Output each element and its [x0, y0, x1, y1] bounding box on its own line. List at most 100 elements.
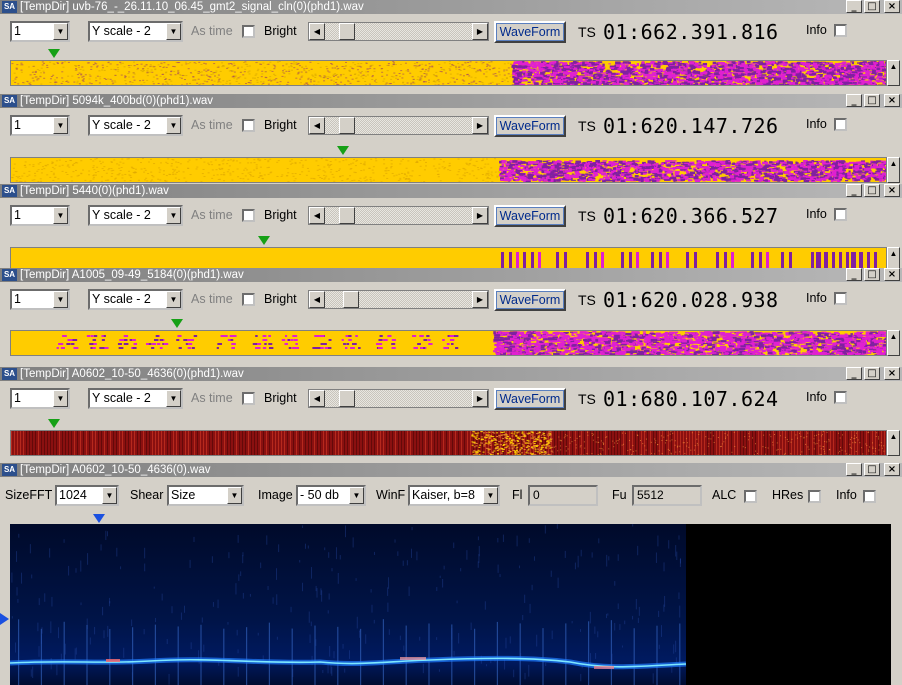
chevron-down-icon[interactable]: ▼ [53, 291, 68, 308]
chevron-up-icon[interactable]: ▲ [888, 61, 899, 73]
close-icon[interactable]: × [884, 94, 900, 107]
minimize-icon[interactable]: _ [846, 0, 862, 13]
info-checkbox[interactable] [834, 208, 847, 221]
window-titlebar[interactable]: SA [TempDir] A1005_09-49_5184(0)(phd1).w… [0, 268, 902, 282]
window-titlebar[interactable]: SA [TempDir] A0602_10-50_4636(0)(phd1).w… [0, 367, 902, 381]
chevron-down-icon[interactable]: ▼ [166, 207, 181, 224]
as-time-checkbox[interactable] [242, 25, 255, 38]
chevron-right-icon[interactable]: ▶ [472, 390, 488, 407]
waveform-button[interactable]: WaveForm [494, 205, 566, 227]
chevron-down-icon[interactable]: ▼ [349, 487, 364, 504]
winf-select[interactable]: Kaiser, b=8 ▼ [408, 485, 500, 506]
close-icon[interactable]: × [884, 268, 900, 281]
waveform-button[interactable]: WaveForm [494, 388, 566, 410]
chevron-down-icon[interactable]: ▼ [166, 291, 181, 308]
minimize-icon[interactable]: _ [846, 94, 862, 107]
chevron-down-icon[interactable]: ▼ [53, 390, 68, 407]
yscale-select[interactable]: Y scale - 2 ▼ [88, 115, 183, 136]
slider-thumb[interactable] [339, 23, 355, 40]
chevron-down-icon[interactable]: ▼ [227, 487, 242, 504]
chevron-up-icon[interactable]: ▲ [888, 331, 899, 343]
chevron-down-icon[interactable]: ▼ [53, 23, 68, 40]
chevron-left-icon[interactable]: ◀ [309, 291, 325, 308]
minimize-icon[interactable]: _ [846, 268, 862, 281]
waveform-button[interactable]: WaveForm [494, 21, 566, 43]
spectrum-titlebar[interactable]: SA [TempDir] A0602_10-50_4636(0).wav _ □… [0, 463, 902, 477]
window-titlebar[interactable]: SA [TempDir] 5440(0)(phd1).wav _ □ × [0, 184, 902, 198]
signal-strip[interactable] [10, 330, 893, 358]
shear-select[interactable]: Size ▼ [167, 485, 244, 506]
spectrum-level-marker[interactable] [0, 613, 9, 625]
chevron-up-icon[interactable]: ▲ [888, 158, 899, 170]
info-checkbox[interactable] [834, 24, 847, 37]
bright-slider[interactable]: ◀ ▶ [308, 116, 489, 135]
window-titlebar[interactable]: SA [TempDir] 5094k_400bd(0)(phd1).wav _ … [0, 94, 902, 108]
chevron-up-icon[interactable]: ▲ [888, 248, 899, 260]
position-marker[interactable] [170, 319, 183, 328]
info-checkbox[interactable] [834, 292, 847, 305]
yscale-select[interactable]: Y scale - 2 ▼ [88, 21, 183, 42]
bright-slider[interactable]: ◀ ▶ [308, 206, 489, 225]
channel-select[interactable]: 1 ▼ [10, 21, 70, 42]
position-marker[interactable] [258, 236, 271, 245]
fu-field[interactable]: 5512 [632, 485, 702, 506]
yscale-select[interactable]: Y scale - 2 ▼ [88, 205, 183, 226]
minimize-icon[interactable]: _ [846, 367, 862, 380]
chevron-left-icon[interactable]: ◀ [309, 23, 325, 40]
position-marker[interactable] [47, 49, 60, 58]
position-marker[interactable] [47, 419, 60, 428]
chevron-down-icon[interactable]: ▼ [166, 23, 181, 40]
position-marker[interactable] [337, 146, 350, 155]
slider-thumb[interactable] [339, 117, 355, 134]
channel-select[interactable]: 1 ▼ [10, 289, 70, 310]
slider-thumb[interactable] [339, 390, 355, 407]
bright-slider[interactable]: ◀ ▶ [308, 389, 489, 408]
waveform-button[interactable]: WaveForm [494, 289, 566, 311]
chevron-up-icon[interactable]: ▲ [888, 431, 899, 443]
maximize-icon[interactable]: □ [864, 463, 880, 476]
minimize-icon[interactable]: _ [846, 463, 862, 476]
chevron-left-icon[interactable]: ◀ [309, 390, 325, 407]
alc-checkbox[interactable] [744, 490, 757, 503]
maximize-icon[interactable]: □ [864, 367, 880, 380]
as-time-checkbox[interactable] [242, 209, 255, 222]
chevron-right-icon[interactable]: ▶ [472, 23, 488, 40]
chevron-left-icon[interactable]: ◀ [309, 117, 325, 134]
signal-strip[interactable] [10, 430, 887, 456]
chevron-down-icon[interactable]: ▼ [166, 117, 181, 134]
close-icon[interactable]: × [884, 463, 900, 476]
hres-checkbox[interactable] [808, 490, 821, 503]
channel-select[interactable]: 1 ▼ [10, 115, 70, 136]
info-checkbox[interactable] [834, 118, 847, 131]
maximize-icon[interactable]: □ [864, 268, 880, 281]
info-checkbox[interactable] [834, 391, 847, 404]
image-select[interactable]: - 50 db ▼ [296, 485, 366, 506]
chevron-left-icon[interactable]: ◀ [309, 207, 325, 224]
chevron-down-icon[interactable]: ▼ [53, 207, 68, 224]
fl-field[interactable]: 0 [528, 485, 598, 506]
strip-scrollbar[interactable]: ▲ [887, 60, 900, 86]
chevron-right-icon[interactable]: ▶ [472, 207, 488, 224]
slider-thumb[interactable] [339, 207, 355, 224]
as-time-checkbox[interactable] [242, 392, 255, 405]
channel-select[interactable]: 1 ▼ [10, 205, 70, 226]
chevron-right-icon[interactable]: ▶ [472, 117, 488, 134]
maximize-icon[interactable]: □ [864, 184, 880, 197]
slider-thumb[interactable] [343, 291, 359, 308]
minimize-icon[interactable]: _ [846, 184, 862, 197]
spectrum-position-marker[interactable] [93, 514, 105, 523]
chevron-down-icon[interactable]: ▼ [102, 487, 117, 504]
sizefft-select[interactable]: 1024 ▼ [55, 485, 119, 506]
chevron-down-icon[interactable]: ▼ [483, 487, 498, 504]
waveform-button[interactable]: WaveForm [494, 115, 566, 137]
strip-scrollbar[interactable]: ▲ [887, 430, 900, 456]
bright-slider[interactable]: ◀ ▶ [308, 22, 489, 41]
yscale-select[interactable]: Y scale - 2 ▼ [88, 388, 183, 409]
channel-select[interactable]: 1 ▼ [10, 388, 70, 409]
signal-strip[interactable] [10, 157, 892, 183]
chevron-down-icon[interactable]: ▼ [166, 390, 181, 407]
bright-slider[interactable]: ◀ ▶ [308, 290, 489, 309]
as-time-checkbox[interactable] [242, 119, 255, 132]
window-titlebar[interactable]: SA [TempDir] uvb-76_-_26.11.10_06.45_gmt… [0, 0, 902, 14]
chevron-right-icon[interactable]: ▶ [472, 291, 488, 308]
